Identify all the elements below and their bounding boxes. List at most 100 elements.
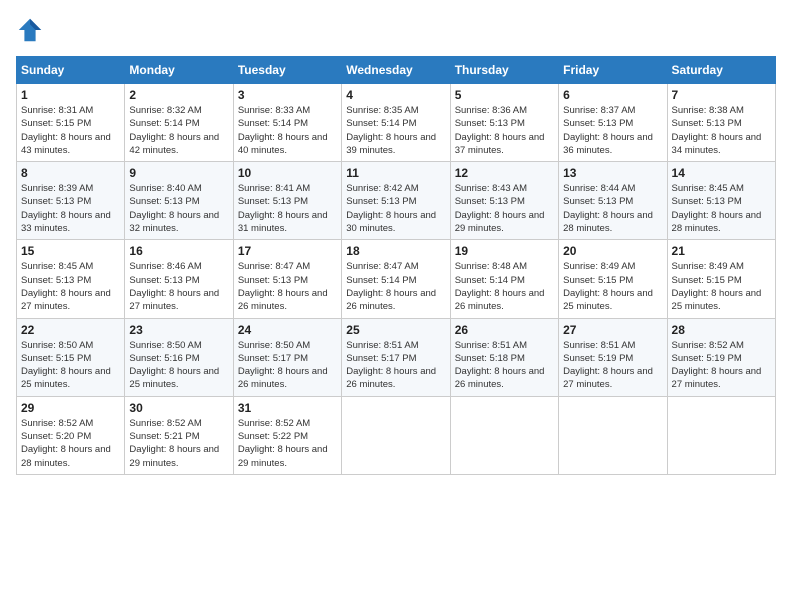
- day-number: 3: [238, 88, 337, 102]
- day-number: 8: [21, 166, 120, 180]
- day-number: 1: [21, 88, 120, 102]
- day-number: 17: [238, 244, 337, 258]
- calendar-cell: 14 Sunrise: 8:45 AM Sunset: 5:13 PM Dayl…: [667, 162, 775, 240]
- day-info: Sunrise: 8:52 AM Sunset: 5:19 PM Dayligh…: [672, 339, 771, 392]
- day-info: Sunrise: 8:50 AM Sunset: 5:16 PM Dayligh…: [129, 339, 228, 392]
- calendar-cell: 21 Sunrise: 8:49 AM Sunset: 5:15 PM Dayl…: [667, 240, 775, 318]
- calendar-cell: 11 Sunrise: 8:42 AM Sunset: 5:13 PM Dayl…: [342, 162, 450, 240]
- day-number: 4: [346, 88, 445, 102]
- dow-header-thursday: Thursday: [450, 57, 558, 84]
- calendar-cell: [667, 396, 775, 474]
- dow-header-friday: Friday: [559, 57, 667, 84]
- calendar-cell: 13 Sunrise: 8:44 AM Sunset: 5:13 PM Dayl…: [559, 162, 667, 240]
- day-info: Sunrise: 8:52 AM Sunset: 5:21 PM Dayligh…: [129, 417, 228, 470]
- calendar-cell: 24 Sunrise: 8:50 AM Sunset: 5:17 PM Dayl…: [233, 318, 341, 396]
- calendar-cell: 25 Sunrise: 8:51 AM Sunset: 5:17 PM Dayl…: [342, 318, 450, 396]
- day-number: 24: [238, 323, 337, 337]
- day-info: Sunrise: 8:45 AM Sunset: 5:13 PM Dayligh…: [672, 182, 771, 235]
- day-info: Sunrise: 8:42 AM Sunset: 5:13 PM Dayligh…: [346, 182, 445, 235]
- calendar-cell: [450, 396, 558, 474]
- calendar-week-5: 29 Sunrise: 8:52 AM Sunset: 5:20 PM Dayl…: [17, 396, 776, 474]
- calendar-cell: 3 Sunrise: 8:33 AM Sunset: 5:14 PM Dayli…: [233, 84, 341, 162]
- day-info: Sunrise: 8:36 AM Sunset: 5:13 PM Dayligh…: [455, 104, 554, 157]
- day-info: Sunrise: 8:51 AM Sunset: 5:19 PM Dayligh…: [563, 339, 662, 392]
- day-number: 22: [21, 323, 120, 337]
- calendar-cell: 4 Sunrise: 8:35 AM Sunset: 5:14 PM Dayli…: [342, 84, 450, 162]
- day-info: Sunrise: 8:48 AM Sunset: 5:14 PM Dayligh…: [455, 260, 554, 313]
- day-number: 27: [563, 323, 662, 337]
- dow-header-sunday: Sunday: [17, 57, 125, 84]
- day-info: Sunrise: 8:33 AM Sunset: 5:14 PM Dayligh…: [238, 104, 337, 157]
- calendar-cell: 31 Sunrise: 8:52 AM Sunset: 5:22 PM Dayl…: [233, 396, 341, 474]
- day-info: Sunrise: 8:45 AM Sunset: 5:13 PM Dayligh…: [21, 260, 120, 313]
- day-info: Sunrise: 8:35 AM Sunset: 5:14 PM Dayligh…: [346, 104, 445, 157]
- calendar-cell: 7 Sunrise: 8:38 AM Sunset: 5:13 PM Dayli…: [667, 84, 775, 162]
- day-number: 6: [563, 88, 662, 102]
- calendar-cell: 29 Sunrise: 8:52 AM Sunset: 5:20 PM Dayl…: [17, 396, 125, 474]
- calendar-cell: 30 Sunrise: 8:52 AM Sunset: 5:21 PM Dayl…: [125, 396, 233, 474]
- day-number: 28: [672, 323, 771, 337]
- day-info: Sunrise: 8:52 AM Sunset: 5:20 PM Dayligh…: [21, 417, 120, 470]
- calendar-week-2: 8 Sunrise: 8:39 AM Sunset: 5:13 PM Dayli…: [17, 162, 776, 240]
- calendar-cell: 5 Sunrise: 8:36 AM Sunset: 5:13 PM Dayli…: [450, 84, 558, 162]
- page-header: [16, 16, 776, 44]
- calendar-week-1: 1 Sunrise: 8:31 AM Sunset: 5:15 PM Dayli…: [17, 84, 776, 162]
- day-number: 10: [238, 166, 337, 180]
- day-number: 2: [129, 88, 228, 102]
- day-number: 23: [129, 323, 228, 337]
- day-number: 5: [455, 88, 554, 102]
- calendar-cell: 2 Sunrise: 8:32 AM Sunset: 5:14 PM Dayli…: [125, 84, 233, 162]
- days-of-week-row: SundayMondayTuesdayWednesdayThursdayFrid…: [17, 57, 776, 84]
- day-info: Sunrise: 8:49 AM Sunset: 5:15 PM Dayligh…: [672, 260, 771, 313]
- day-info: Sunrise: 8:51 AM Sunset: 5:18 PM Dayligh…: [455, 339, 554, 392]
- day-number: 30: [129, 401, 228, 415]
- day-number: 16: [129, 244, 228, 258]
- calendar-cell: 23 Sunrise: 8:50 AM Sunset: 5:16 PM Dayl…: [125, 318, 233, 396]
- day-info: Sunrise: 8:43 AM Sunset: 5:13 PM Dayligh…: [455, 182, 554, 235]
- day-number: 13: [563, 166, 662, 180]
- day-number: 25: [346, 323, 445, 337]
- logo: [16, 16, 48, 44]
- day-info: Sunrise: 8:38 AM Sunset: 5:13 PM Dayligh…: [672, 104, 771, 157]
- day-info: Sunrise: 8:46 AM Sunset: 5:13 PM Dayligh…: [129, 260, 228, 313]
- calendar-table: SundayMondayTuesdayWednesdayThursdayFrid…: [16, 56, 776, 475]
- calendar-cell: 28 Sunrise: 8:52 AM Sunset: 5:19 PM Dayl…: [667, 318, 775, 396]
- day-info: Sunrise: 8:50 AM Sunset: 5:17 PM Dayligh…: [238, 339, 337, 392]
- dow-header-saturday: Saturday: [667, 57, 775, 84]
- calendar-body: 1 Sunrise: 8:31 AM Sunset: 5:15 PM Dayli…: [17, 84, 776, 475]
- day-number: 29: [21, 401, 120, 415]
- calendar-cell: 19 Sunrise: 8:48 AM Sunset: 5:14 PM Dayl…: [450, 240, 558, 318]
- calendar-cell: 12 Sunrise: 8:43 AM Sunset: 5:13 PM Dayl…: [450, 162, 558, 240]
- calendar-cell: 15 Sunrise: 8:45 AM Sunset: 5:13 PM Dayl…: [17, 240, 125, 318]
- day-number: 11: [346, 166, 445, 180]
- day-info: Sunrise: 8:32 AM Sunset: 5:14 PM Dayligh…: [129, 104, 228, 157]
- dow-header-wednesday: Wednesday: [342, 57, 450, 84]
- calendar-cell: 27 Sunrise: 8:51 AM Sunset: 5:19 PM Dayl…: [559, 318, 667, 396]
- day-number: 31: [238, 401, 337, 415]
- logo-icon: [16, 16, 44, 44]
- dow-header-tuesday: Tuesday: [233, 57, 341, 84]
- day-number: 18: [346, 244, 445, 258]
- calendar-cell: 8 Sunrise: 8:39 AM Sunset: 5:13 PM Dayli…: [17, 162, 125, 240]
- day-number: 9: [129, 166, 228, 180]
- day-info: Sunrise: 8:50 AM Sunset: 5:15 PM Dayligh…: [21, 339, 120, 392]
- calendar-cell: 10 Sunrise: 8:41 AM Sunset: 5:13 PM Dayl…: [233, 162, 341, 240]
- calendar-cell: 9 Sunrise: 8:40 AM Sunset: 5:13 PM Dayli…: [125, 162, 233, 240]
- day-number: 15: [21, 244, 120, 258]
- calendar-cell: 18 Sunrise: 8:47 AM Sunset: 5:14 PM Dayl…: [342, 240, 450, 318]
- day-number: 14: [672, 166, 771, 180]
- day-info: Sunrise: 8:49 AM Sunset: 5:15 PM Dayligh…: [563, 260, 662, 313]
- day-info: Sunrise: 8:47 AM Sunset: 5:13 PM Dayligh…: [238, 260, 337, 313]
- day-number: 12: [455, 166, 554, 180]
- dow-header-monday: Monday: [125, 57, 233, 84]
- day-info: Sunrise: 8:40 AM Sunset: 5:13 PM Dayligh…: [129, 182, 228, 235]
- day-info: Sunrise: 8:41 AM Sunset: 5:13 PM Dayligh…: [238, 182, 337, 235]
- calendar-cell: [342, 396, 450, 474]
- day-info: Sunrise: 8:44 AM Sunset: 5:13 PM Dayligh…: [563, 182, 662, 235]
- day-info: Sunrise: 8:47 AM Sunset: 5:14 PM Dayligh…: [346, 260, 445, 313]
- day-info: Sunrise: 8:39 AM Sunset: 5:13 PM Dayligh…: [21, 182, 120, 235]
- calendar-cell: 1 Sunrise: 8:31 AM Sunset: 5:15 PM Dayli…: [17, 84, 125, 162]
- day-number: 21: [672, 244, 771, 258]
- calendar-cell: 6 Sunrise: 8:37 AM Sunset: 5:13 PM Dayli…: [559, 84, 667, 162]
- calendar-cell: 20 Sunrise: 8:49 AM Sunset: 5:15 PM Dayl…: [559, 240, 667, 318]
